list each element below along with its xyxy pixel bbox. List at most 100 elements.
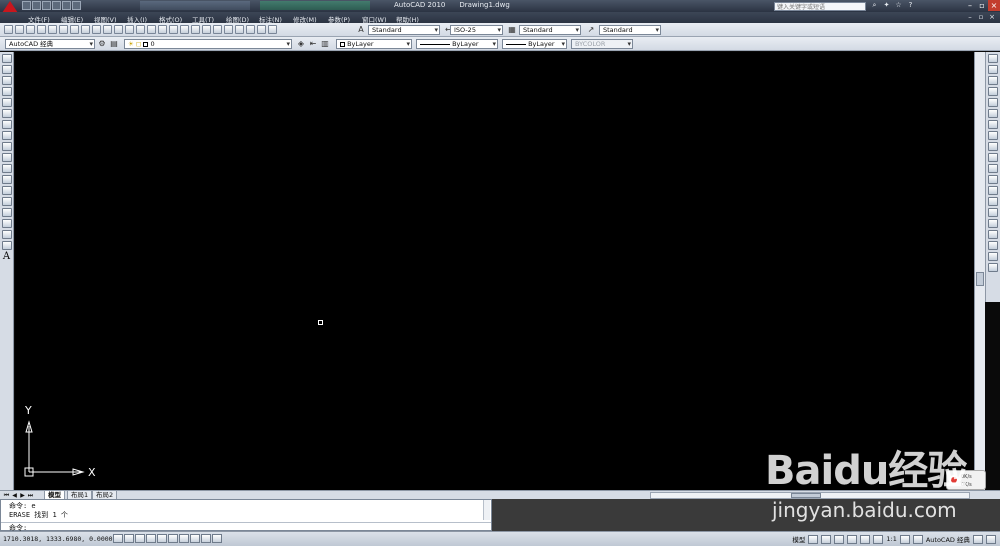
region-icon[interactable] [1,230,12,239]
join-icon[interactable] [988,197,998,206]
next-tab-icon[interactable]: ▶ [19,492,26,499]
undo-icon[interactable] [52,1,61,10]
doc-close-icon[interactable]: × [988,13,996,21]
open-icon[interactable] [15,25,24,34]
command-input[interactable]: 命令: [1,522,491,532]
minimize-icon[interactable]: – [964,0,976,11]
steering-wheel-icon[interactable] [860,534,871,544]
zoom-window-icon[interactable] [180,25,189,34]
send-to-back-icon[interactable] [988,263,998,272]
redo-icon[interactable] [147,25,156,34]
command-scrollbar[interactable] [483,500,490,520]
prev-tab-icon[interactable]: ◀ [11,492,18,499]
workspace-settings-icon[interactable]: ⚙ [97,39,107,49]
point-icon[interactable] [1,197,12,206]
maximize-icon[interactable]: ▫ [976,0,988,11]
paste-icon[interactable] [103,25,112,34]
multileader-style-select[interactable]: Standard [599,25,661,35]
horizontal-scrollbar[interactable] [650,492,970,499]
drawing-canvas[interactable]: Y X [15,52,974,490]
multileader-style-icon[interactable]: ↗ [586,25,596,35]
spline-icon[interactable] [1,142,12,151]
copy-object-icon[interactable] [988,65,998,74]
stretch-icon[interactable] [988,142,998,151]
toolbar-lock-icon[interactable] [973,534,983,544]
sheet-set-icon[interactable] [235,25,244,34]
communication-center-icon[interactable]: ✦ [882,1,891,10]
new-file-icon[interactable] [22,1,31,10]
line-icon[interactable] [1,54,12,63]
cut-icon[interactable] [81,25,90,34]
3d-dwf-icon[interactable] [70,25,79,34]
fillet-icon[interactable] [988,219,998,228]
match-properties-icon[interactable] [114,25,123,34]
text-style-select[interactable]: Standard [368,25,440,35]
zoom-icon[interactable] [847,534,858,544]
save-icon[interactable] [26,25,35,34]
gradient-icon[interactable] [1,219,12,228]
offset-icon[interactable] [988,87,998,96]
make-block-icon[interactable] [1,186,12,195]
layer-select[interactable]: ☀ ◻ 0 [124,39,292,49]
workspace-select[interactable]: AutoCAD 经典 [5,39,95,49]
table-style-icon[interactable]: ▦ [507,25,517,35]
favorites-icon[interactable]: ☆ [894,1,903,10]
quick-properties-icon[interactable] [212,534,222,543]
first-tab-icon[interactable]: ⏮ [3,492,10,499]
mirror-icon[interactable] [988,76,998,85]
copy-icon[interactable] [92,25,101,34]
annotation-visibility-icon[interactable] [899,534,910,544]
pan-icon[interactable] [158,25,167,34]
trim-icon[interactable] [988,153,998,162]
make-current-layer-icon[interactable]: ◈ [296,39,306,49]
break-icon[interactable] [988,186,998,195]
block-editor-icon[interactable] [125,25,134,34]
extend-icon[interactable] [988,164,998,173]
markup-icon[interactable] [246,25,255,34]
draw-order-icon[interactable] [988,241,998,250]
pan-icon[interactable] [834,534,845,544]
help-icon[interactable]: ? [906,1,915,10]
table-icon[interactable] [1,241,12,250]
arc-icon[interactable] [1,109,12,118]
help-icon[interactable] [268,25,277,34]
horizontal-scrollbar-thumb[interactable] [791,493,821,498]
dynamic-input-icon[interactable] [190,534,200,543]
close-icon[interactable]: × [988,0,1000,11]
color-select[interactable]: ByLayer [336,39,412,49]
array-icon[interactable] [988,98,998,107]
explode-icon[interactable] [988,230,998,239]
tool-palettes-icon[interactable] [224,25,233,34]
text-style-icon[interactable]: A [356,25,366,35]
zoom-previous-icon[interactable] [191,25,200,34]
layer-previous-icon[interactable]: ⇤ [308,39,318,49]
vertical-scrollbar-thumb[interactable] [976,272,984,286]
plot-style-select[interactable]: BYCOLOR [571,39,633,49]
properties-icon[interactable] [202,25,211,34]
polar-tracking-icon[interactable] [146,534,156,543]
rotate-icon[interactable] [988,120,998,129]
scale-icon[interactable] [988,131,998,140]
vertical-scrollbar[interactable] [974,52,985,490]
multiline-text-icon[interactable]: A [2,252,12,262]
polyline-icon[interactable] [1,76,12,85]
linetype-select[interactable]: ByLayer [416,39,498,49]
chamfer-icon[interactable] [988,208,998,217]
move-icon[interactable] [988,109,998,118]
construction-line-icon[interactable] [1,65,12,74]
clean-screen-icon[interactable] [986,534,996,544]
quick-view-drawings-icon[interactable] [821,534,832,544]
insert-block-icon[interactable] [1,175,12,184]
grid-display-icon[interactable] [124,534,134,543]
auto-scale-icon[interactable] [912,534,923,544]
ellipse-arc-icon[interactable] [1,164,12,173]
hatch-icon[interactable] [1,208,12,217]
qnew-icon[interactable] [4,25,13,34]
undo-icon[interactable] [136,25,145,34]
save-icon[interactable] [42,1,51,10]
dim-style-select[interactable]: ISO-25 [450,25,503,35]
model-space-label[interactable]: 模型 [792,534,805,544]
doc-minimize-icon[interactable]: – [966,13,974,21]
layer-properties-icon[interactable]: ▤ [109,39,119,49]
cursor-coordinates[interactable]: 1710.3018, 1333.6980, 0.0000 [3,535,113,543]
